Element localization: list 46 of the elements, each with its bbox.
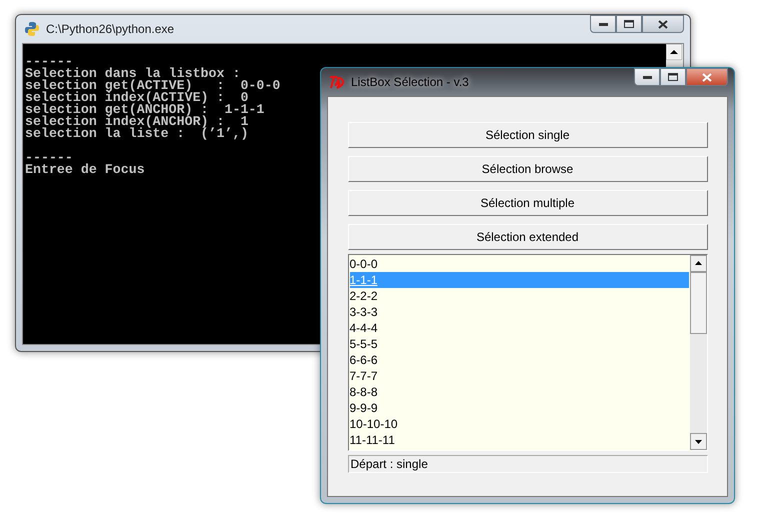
console-line: ------ (25, 152, 73, 164)
mode-button[interactable]: Sélection single (348, 122, 708, 148)
python-icon (24, 21, 40, 37)
scrollbar[interactable] (690, 255, 706, 450)
maximize-icon (624, 20, 634, 28)
mode-button[interactable]: Sélection extended (348, 224, 708, 250)
maximize-button[interactable] (616, 15, 642, 33)
scroll-thumb[interactable] (690, 272, 706, 334)
minimize-button[interactable] (590, 15, 616, 33)
console-line: selection index(ACTIVE) : 0 (25, 92, 248, 104)
list-item[interactable]: 6-6-6 (350, 352, 688, 368)
list-item[interactable]: 11-11-11 (350, 432, 688, 448)
maximize-icon (668, 73, 678, 81)
scroll-down-icon[interactable] (690, 433, 706, 450)
list-item[interactable]: 3-3-3 (350, 304, 688, 320)
scroll-up-icon[interactable] (690, 255, 706, 272)
list-item[interactable]: 8-8-8 (350, 384, 688, 400)
console-line: Selection dans la listbox : (25, 68, 240, 80)
close-icon (702, 72, 712, 82)
maximize-button[interactable] (660, 68, 686, 86)
list-item[interactable]: 5-5-5 (350, 336, 688, 352)
console-line: selection get(ANCHOR) : 1-1-1 (25, 104, 264, 116)
close-button[interactable] (686, 68, 728, 86)
list-item[interactable]: 10-10-10 (350, 416, 688, 432)
list-item[interactable]: 7-7-7 (350, 368, 688, 384)
list-item[interactable]: 9-9-9 (350, 400, 688, 416)
minimize-icon (598, 22, 608, 26)
list-item[interactable]: 2-2-2 (350, 288, 688, 304)
close-icon (658, 20, 668, 28)
listbox[interactable]: 0-0-0 1-1-1 2-2-2 3-3-3 4-4-4 5-5-5 6-6-6 7-7-7 8-8-8 9-9-9 10-10-10 11-11-11 (348, 255, 690, 450)
console-line: selection index(ANCHOR) : 1 (25, 116, 248, 128)
console-line: ------ (25, 56, 73, 68)
console-line: selection get(ACTIVE) : 0-0-0 (25, 80, 280, 92)
minimize-button[interactable] (634, 68, 660, 86)
mode-button[interactable]: Sélection browse (348, 156, 708, 182)
mode-button[interactable]: Sélection multiple (348, 190, 708, 216)
window-title: ListBox Sélection - v.3 (351, 75, 469, 89)
scroll-up-icon[interactable] (666, 44, 682, 60)
status-label: Départ : single (348, 455, 708, 473)
window-title: C:\Python26\python.exe (46, 22, 174, 36)
console-line: selection la liste : (’1’,) (25, 128, 248, 140)
list-item[interactable]: 0-0-0 (350, 256, 688, 272)
minimize-icon (642, 76, 652, 78)
list-item[interactable]: 4-4-4 (350, 320, 688, 336)
close-button[interactable] (642, 15, 684, 33)
console-line: Entree de Focus (25, 164, 145, 176)
